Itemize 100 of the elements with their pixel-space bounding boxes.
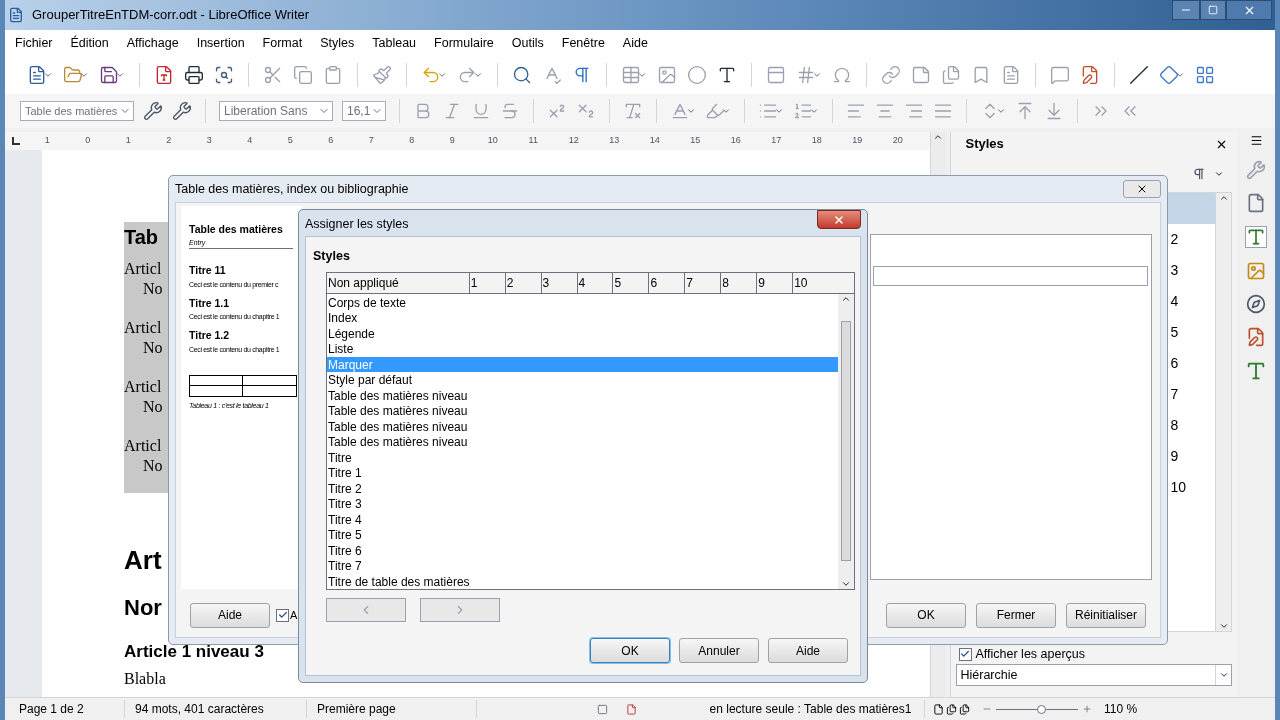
caret-icon[interactable] [43,70,53,80]
copy-icon[interactable] [293,65,313,85]
menu-item[interactable]: Tableau [372,33,417,53]
caret-icon[interactable] [1175,70,1185,80]
pilcrow-icon[interactable] [1192,167,1207,181]
style-row[interactable]: Titre 5 [327,527,838,543]
style-row[interactable]: Titre 1 [327,465,838,481]
style-row[interactable]: Corps de texte [327,294,838,311]
minimize-button[interactable] [1172,0,1200,20]
zoom-in-icon[interactable] [1082,704,1092,714]
field-icon[interactable] [796,65,816,85]
checkbox[interactable] [276,608,289,622]
menu-item[interactable]: Styles [320,33,355,53]
dialog-button[interactable]: Aide [190,602,270,628]
menu-item[interactable]: Formulaire [434,33,494,53]
menu-item[interactable]: Édition [70,33,109,53]
menu-item[interactable]: Fenêtre [561,33,605,53]
maximize-button[interactable] [1200,0,1226,20]
zoom-slider[interactable] [996,704,1078,714]
preview-icon[interactable] [214,65,234,85]
menu-item[interactable]: Aide [622,33,648,53]
track-changes-icon[interactable] [1080,65,1100,85]
printer-icon[interactable] [184,65,204,85]
style-row[interactable]: Table des matières niveau [327,434,838,450]
entry-field[interactable] [873,266,1148,286]
save-icon[interactable] [99,65,119,85]
scroll-thumb[interactable] [841,321,851,562]
menu-icon[interactable] [1249,134,1263,147]
text-box-icon[interactable] [717,65,737,85]
filter-dropdown[interactable]: Hiérarchie [955,664,1233,686]
slider-thumb[interactable] [1037,704,1047,714]
image-icon[interactable] [657,65,677,85]
list-scrollbar[interactable] [838,293,854,589]
close-button[interactable] [1226,0,1272,20]
paintbrush-icon[interactable] [372,65,392,85]
style-row[interactable]: Titre 3 [327,496,838,512]
scissors-icon[interactable] [263,65,283,85]
clear-formatting-icon[interactable] [623,101,643,121]
underline-icon[interactable] [471,101,491,121]
multi-page-icon[interactable] [946,703,957,715]
page-icon[interactable] [1246,193,1267,213]
checkbox[interactable] [958,647,972,661]
folder-icon[interactable] [63,65,83,85]
line-icon[interactable] [1129,65,1149,85]
dialog-button[interactable]: Aide [768,638,848,663]
move-right-button[interactable] [420,597,500,622]
draw-functions-icon[interactable] [1195,65,1215,85]
style-row[interactable]: Titre 7 [327,558,838,574]
caret-icon[interactable] [115,70,125,80]
pdf-icon[interactable] [154,65,174,85]
tab-stop-icon[interactable] [12,137,20,145]
menu-item[interactable]: Insertion [196,33,245,53]
menu-item[interactable]: Fichier [15,33,53,53]
menu-item[interactable]: Outils [511,33,544,53]
dialog-button[interactable]: OK [886,602,966,628]
strikethrough-icon[interactable] [500,101,520,121]
menu-item[interactable]: Affichage [126,33,179,53]
font-color-icon[interactable] [670,101,690,121]
clipboard-icon[interactable] [323,65,343,85]
edit-document-icon[interactable] [1246,327,1267,347]
style-row[interactable]: Titre 4 [327,511,838,528]
move-left-button[interactable] [326,597,406,622]
style-row[interactable]: Légende [327,325,838,342]
close-button[interactable] [817,210,861,229]
wrench-icon[interactable] [1246,160,1267,180]
font-size-field[interactable]: 16,1 [342,101,386,121]
numbered-list-icon[interactable] [793,101,813,121]
header-icon[interactable] [766,65,786,85]
styles-icon[interactable] [1245,226,1268,248]
scroll-up-icon[interactable] [933,132,943,142]
undo-icon[interactable] [421,65,441,85]
omega-icon[interactable] [832,65,852,85]
font-field[interactable]: Liberation Sans [219,101,333,121]
dialog-button[interactable]: OK [590,638,670,663]
table-icon[interactable] [621,65,641,85]
dialog-button[interactable]: Réinitialiser [1066,602,1146,628]
style-row[interactable]: Titre de table des matières [327,573,838,590]
gallery-icon[interactable] [1246,261,1267,281]
diamond-icon[interactable] [1159,65,1179,85]
style-row[interactable]: Table des matières niveau [327,403,838,419]
comment-icon[interactable] [1050,65,1070,85]
style-row[interactable]: Liste [327,341,838,357]
dialog-button[interactable]: Fermer [976,602,1056,628]
subscript-icon[interactable] [576,101,596,121]
search-icon[interactable] [512,65,532,85]
style-row[interactable]: Titre [327,449,838,466]
dialog-button[interactable]: Annuler [679,638,759,663]
highlighter-icon[interactable] [705,101,725,121]
menu-item[interactable]: Format [262,33,303,53]
redo-icon[interactable] [457,65,477,85]
paragraph-style-field[interactable]: Table des matières [20,101,134,121]
scroll-down-icon[interactable] [1218,621,1229,631]
link-icon[interactable] [881,65,901,85]
compass-icon[interactable] [1246,294,1267,314]
style-row[interactable]: Style par défaut [327,372,838,388]
style-row[interactable]: Table des matières niveau [327,387,838,404]
scroll-up-icon[interactable] [1218,193,1229,203]
style-row[interactable]: Index [327,310,838,326]
single-page-icon[interactable] [933,703,944,715]
style-row[interactable]: Titre 2 [327,480,838,497]
